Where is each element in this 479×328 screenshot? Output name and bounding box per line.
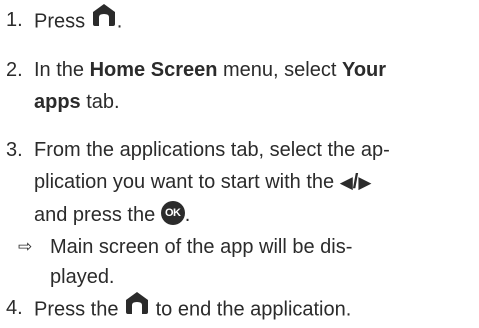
step-text-end: .	[116, 10, 123, 33]
right-arrow-icon: ▶	[358, 173, 372, 192]
step-text: and press the	[34, 204, 161, 226]
ok-button-icon: OK	[160, 200, 185, 225]
apps-label: apps	[34, 91, 81, 113]
result-text: Main screen of the app will be dis-	[50, 236, 353, 258]
step-text-end: to end the application.	[150, 298, 352, 321]
home-icon	[124, 290, 150, 326]
step-3: 3. From the applications tab, select the…	[6, 134, 476, 231]
step-text: plication you want to start with the	[34, 171, 340, 193]
home-screen-menu-label: Home Screen	[89, 59, 218, 81]
step-text: tab.	[80, 91, 120, 113]
step-number: 1.	[6, 9, 23, 31]
step-text: Press	[34, 10, 86, 33]
result-note: ⇨ Main screen of the app will be dis- pl…	[18, 232, 473, 292]
step-text: menu, select	[217, 59, 342, 81]
result-text-end: played.	[50, 266, 115, 288]
step-number: 3.	[6, 139, 23, 161]
your-label: Your	[341, 59, 387, 81]
step-1: 1. Press .	[6, 4, 476, 40]
step-number: 4.	[6, 297, 23, 319]
step-4: 4. Press the to end the application.	[6, 292, 476, 328]
step-number: 2.	[6, 59, 23, 81]
step-text: From the applications tab, select the ap…	[34, 139, 390, 161]
step-text: In the	[34, 59, 90, 81]
left-arrow-icon: ◀	[339, 173, 353, 192]
step-text-end: .	[184, 204, 191, 226]
home-icon	[91, 2, 117, 38]
result-arrow-icon: ⇨	[18, 237, 33, 256]
step-2: 2. In the Home Screen menu, select Your …	[6, 54, 476, 118]
step-text: Press the	[34, 298, 125, 321]
